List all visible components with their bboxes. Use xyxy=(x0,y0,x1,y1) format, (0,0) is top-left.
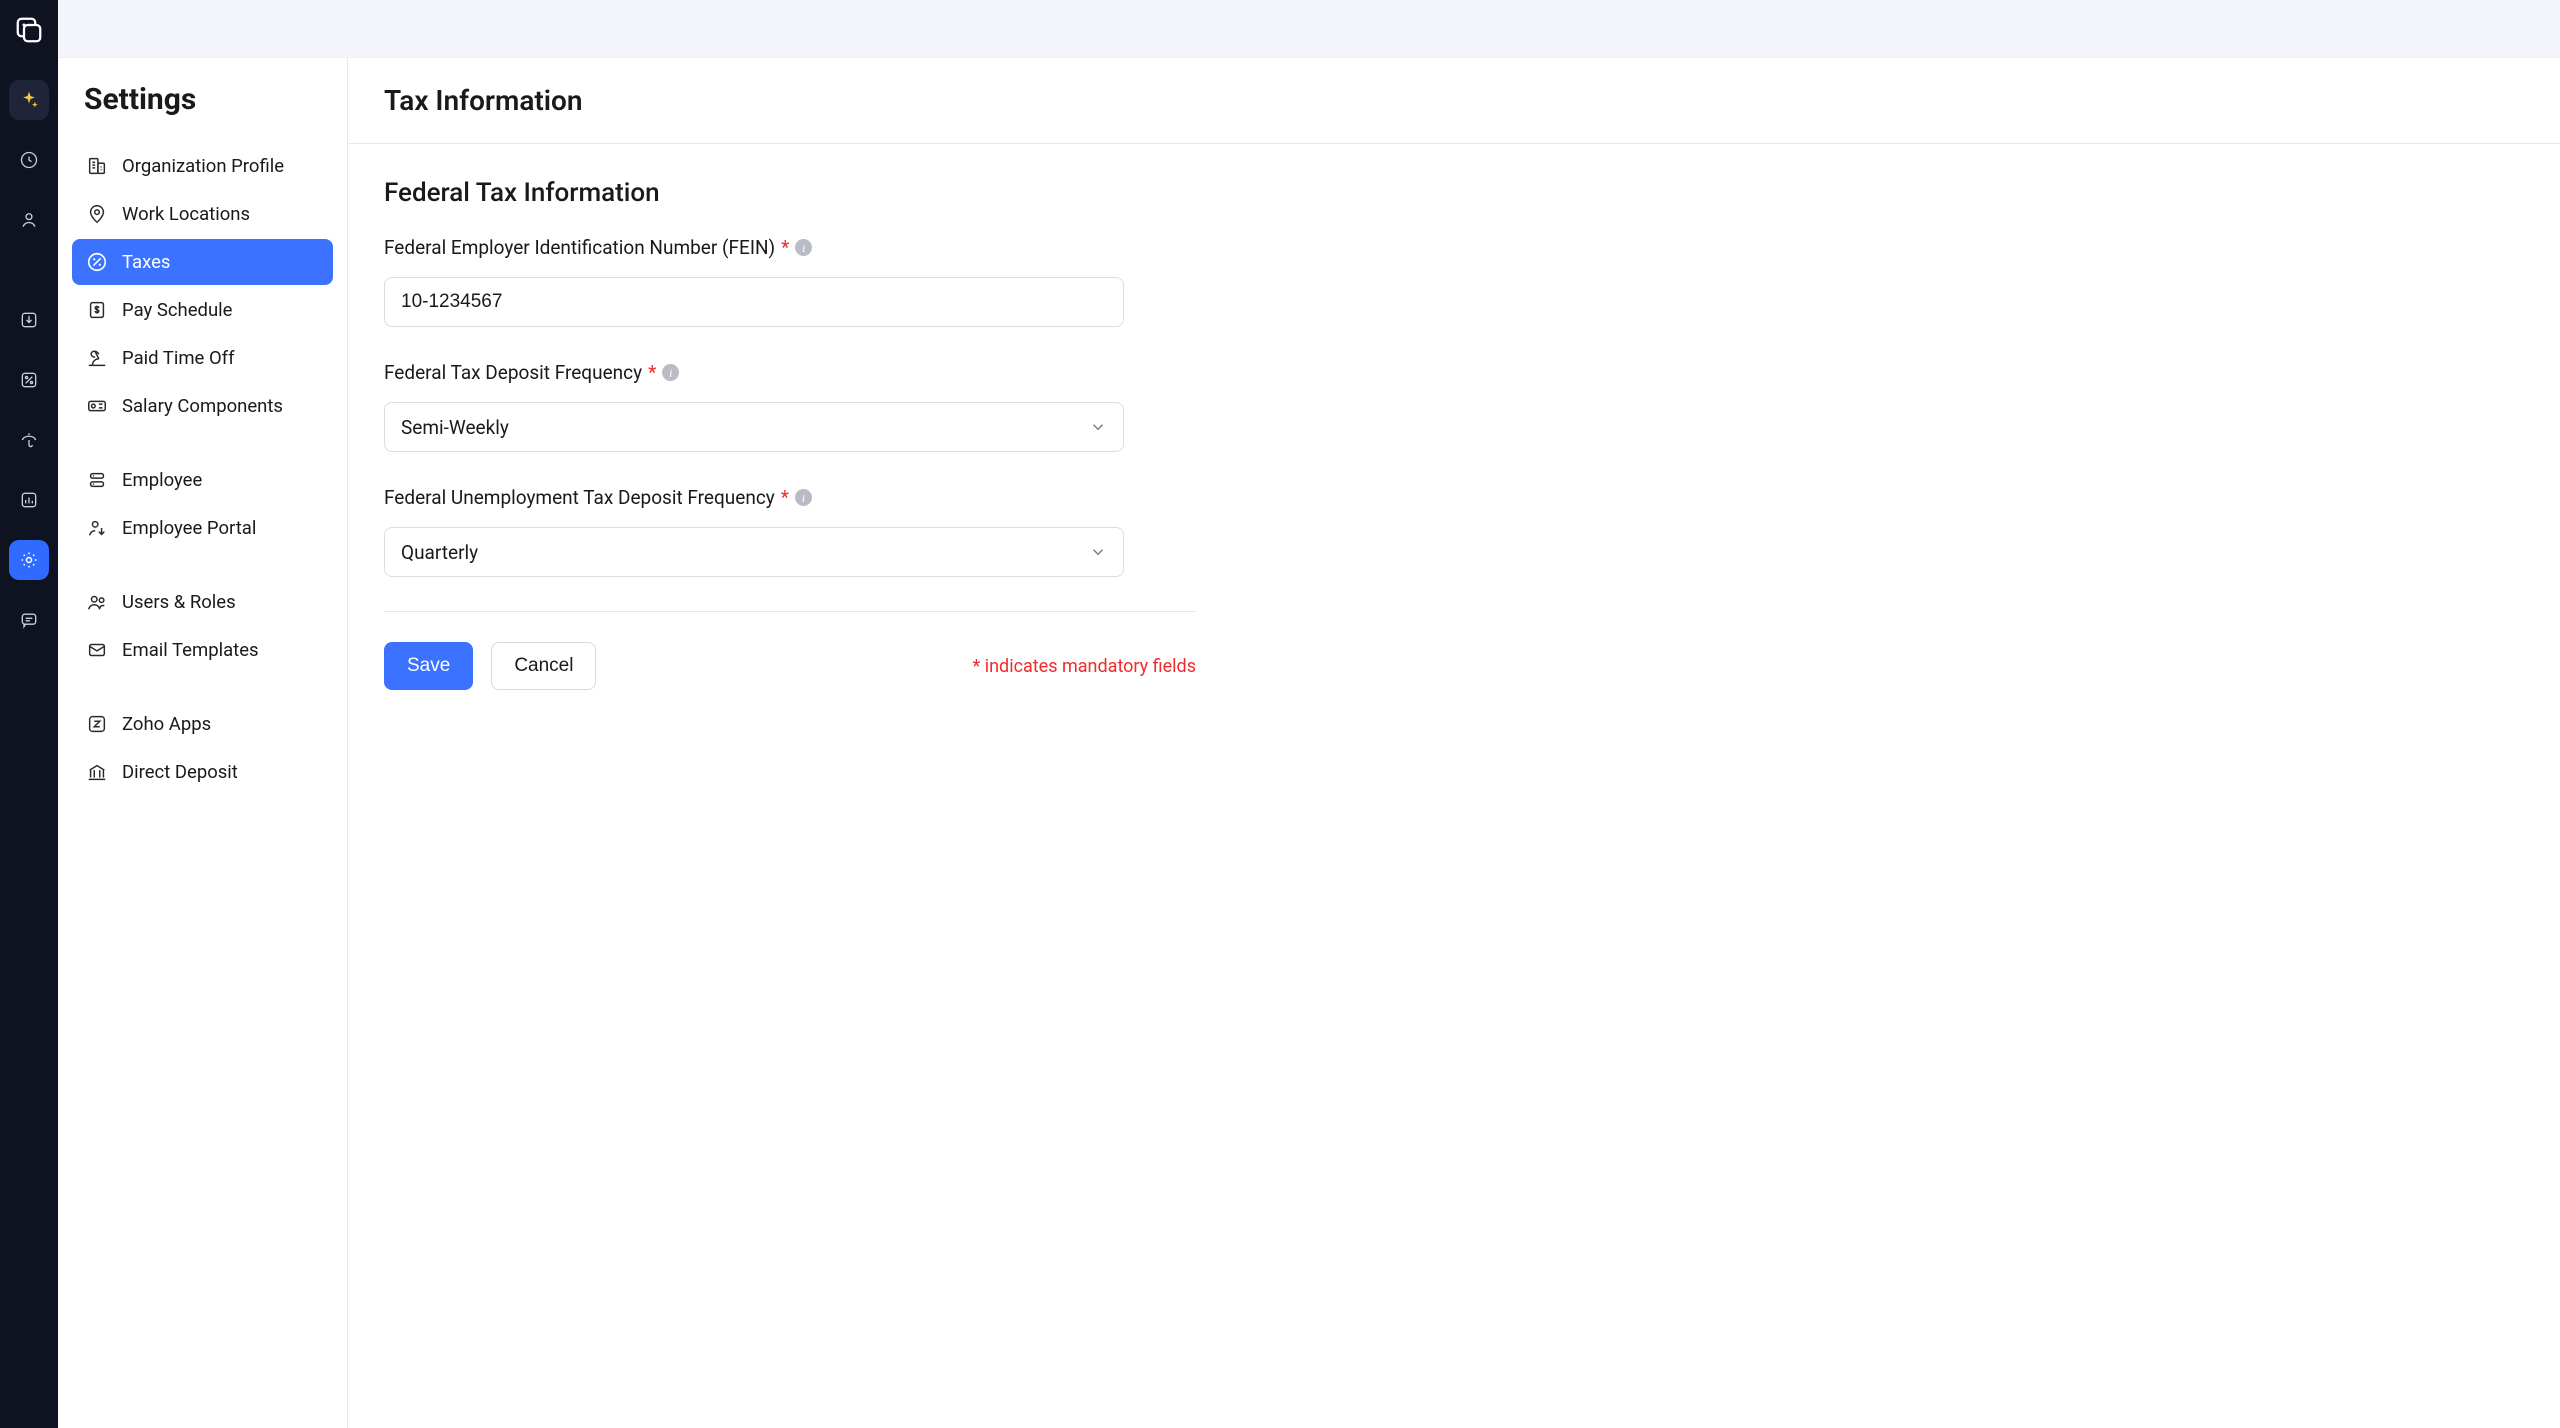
rail-person-icon[interactable] xyxy=(9,200,49,240)
app-logo-icon xyxy=(9,10,49,50)
app-root: Settings Organization Profile Work Locat… xyxy=(0,0,2560,1428)
settings-title: Settings xyxy=(84,82,333,117)
save-button[interactable]: Save xyxy=(384,642,473,690)
form-divider xyxy=(384,611,1196,612)
rail-sparkle-icon[interactable] xyxy=(9,80,49,120)
nav-separator xyxy=(72,553,333,577)
z-box-icon xyxy=(86,713,108,735)
nav-employee-portal[interactable]: Employee Portal xyxy=(72,505,333,551)
field-fein: Federal Employer Identification Number (… xyxy=(384,236,1182,327)
button-row: Save Cancel xyxy=(384,642,596,690)
nav-employee[interactable]: Employee xyxy=(72,457,333,503)
person-arrow-icon xyxy=(86,517,108,539)
right-area: Settings Organization Profile Work Locat… xyxy=(58,0,2560,1428)
nav-direct-deposit[interactable]: Direct Deposit xyxy=(72,749,333,795)
nav-separator xyxy=(72,675,333,699)
settings-sidebar: Settings Organization Profile Work Locat… xyxy=(58,58,348,1428)
people-icon xyxy=(86,591,108,613)
mail-icon xyxy=(86,639,108,661)
unemp-freq-value: Quarterly xyxy=(401,541,478,564)
building-icon xyxy=(86,155,108,177)
nav-work-locations[interactable]: Work Locations xyxy=(72,191,333,237)
nav-label: Direct Deposit xyxy=(122,761,238,783)
info-icon[interactable]: i xyxy=(795,239,812,256)
rail-chat-icon[interactable] xyxy=(9,600,49,640)
unemp-freq-label: Federal Unemployment Tax Deposit Frequen… xyxy=(384,486,775,509)
nav-label: Users & Roles xyxy=(122,591,236,613)
deposit-freq-select[interactable]: Semi-Weekly xyxy=(384,402,1124,452)
rail-chart-icon[interactable] xyxy=(9,480,49,520)
unemp-freq-select[interactable]: Quarterly xyxy=(384,527,1124,577)
rail-settings-icon[interactable] xyxy=(9,540,49,580)
field-deposit-freq: Federal Tax Deposit Frequency * i Semi-W… xyxy=(384,361,1182,452)
chevron-down-icon xyxy=(1089,418,1107,436)
info-icon[interactable]: i xyxy=(662,364,679,381)
page-header: Tax Information xyxy=(348,58,2560,144)
pin-icon xyxy=(86,203,108,225)
nav-label: Salary Components xyxy=(122,395,283,417)
rail-import-icon[interactable] xyxy=(9,300,49,340)
form-footer: Save Cancel * indicates mandatory fields xyxy=(384,642,1196,690)
beach-icon xyxy=(86,347,108,369)
nav-separator xyxy=(72,431,333,455)
nav-email-templates[interactable]: Email Templates xyxy=(72,627,333,673)
deposit-freq-label-row: Federal Tax Deposit Frequency * i xyxy=(384,361,1182,384)
bank-icon xyxy=(86,761,108,783)
nav-pay-schedule[interactable]: Pay Schedule xyxy=(72,287,333,333)
cancel-button[interactable]: Cancel xyxy=(491,642,596,690)
nav-zoho-apps[interactable]: Zoho Apps xyxy=(72,701,333,747)
deposit-freq-value: Semi-Weekly xyxy=(401,416,509,439)
dollar-doc-icon xyxy=(86,299,108,321)
mandatory-note: * indicates mandatory fields xyxy=(973,656,1196,677)
nav-label: Work Locations xyxy=(122,203,250,225)
nav-pto[interactable]: Paid Time Off xyxy=(72,335,333,381)
server-icon xyxy=(86,469,108,491)
nav-label: Zoho Apps xyxy=(122,713,211,735)
rail-umbrella-icon[interactable] xyxy=(9,420,49,460)
components-icon xyxy=(86,395,108,417)
info-icon[interactable]: i xyxy=(795,489,812,506)
rail-percent-icon[interactable] xyxy=(9,360,49,400)
page-title: Tax Information xyxy=(384,84,2524,117)
nav-label: Organization Profile xyxy=(122,155,284,177)
settings-nav-list: Organization Profile Work Locations Taxe… xyxy=(72,143,333,795)
percent-circle-icon xyxy=(86,251,108,273)
required-asterisk: * xyxy=(781,236,789,259)
main-content: Tax Information Federal Tax Information … xyxy=(348,58,2560,1428)
nav-label: Taxes xyxy=(122,251,170,273)
icon-rail xyxy=(0,0,58,1428)
tax-form: Federal Tax Information Federal Employer… xyxy=(348,144,1218,724)
nav-users-roles[interactable]: Users & Roles xyxy=(72,579,333,625)
nav-label: Paid Time Off xyxy=(122,347,235,369)
topbar xyxy=(58,0,2560,58)
fein-label: Federal Employer Identification Number (… xyxy=(384,236,775,259)
deposit-freq-label: Federal Tax Deposit Frequency xyxy=(384,361,642,384)
section-title: Federal Tax Information xyxy=(384,178,1182,208)
fein-input[interactable] xyxy=(384,277,1124,327)
required-asterisk: * xyxy=(781,486,789,509)
nav-label: Employee xyxy=(122,469,202,491)
nav-org-profile[interactable]: Organization Profile xyxy=(72,143,333,189)
fein-label-row: Federal Employer Identification Number (… xyxy=(384,236,1182,259)
rail-clock-icon[interactable] xyxy=(9,140,49,180)
nav-taxes[interactable]: Taxes xyxy=(72,239,333,285)
field-unemp-freq: Federal Unemployment Tax Deposit Frequen… xyxy=(384,486,1182,577)
nav-salary-components[interactable]: Salary Components xyxy=(72,383,333,429)
chevron-down-icon xyxy=(1089,543,1107,561)
nav-label: Employee Portal xyxy=(122,517,256,539)
unemp-freq-label-row: Federal Unemployment Tax Deposit Frequen… xyxy=(384,486,1182,509)
nav-label: Email Templates xyxy=(122,639,259,661)
body-area: Settings Organization Profile Work Locat… xyxy=(58,58,2560,1428)
required-asterisk: * xyxy=(648,361,656,384)
nav-label: Pay Schedule xyxy=(122,299,232,321)
